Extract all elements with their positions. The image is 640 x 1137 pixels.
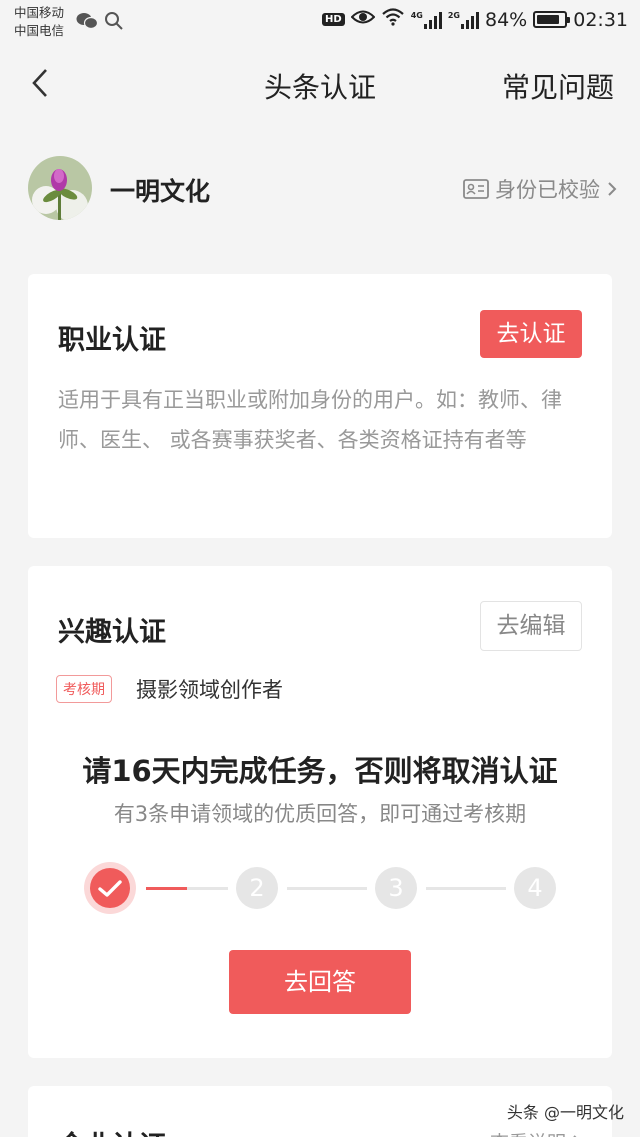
- verified-label: 身份已校验: [495, 178, 600, 202]
- clock: 02:31: [573, 8, 628, 31]
- step-4: 4: [514, 867, 556, 909]
- verify-button[interactable]: 去认证: [480, 310, 582, 358]
- view-instructions-link[interactable]: 查看说明: [490, 1128, 582, 1137]
- battery-icon: [533, 11, 571, 28]
- signal-icon-2: 2G: [448, 11, 479, 29]
- answer-button[interactable]: 去回答: [229, 950, 411, 1014]
- step-3: 3: [375, 867, 417, 909]
- nav-bar: 头条认证 常见问题: [0, 50, 640, 116]
- avatar[interactable]: [28, 156, 92, 220]
- search-icon: [104, 11, 124, 35]
- step-1-complete: [84, 862, 136, 914]
- hd-icon: HD: [322, 13, 345, 26]
- wechat-icon: [76, 12, 99, 34]
- faq-link[interactable]: 常见问题: [502, 66, 614, 106]
- username: 一明文化: [110, 177, 211, 206]
- wifi-icon: [381, 8, 405, 31]
- chevron-right-icon: [573, 1134, 577, 1137]
- interest-verification-card: 兴趣认证 去编辑 考核期 摄影领域创作者 请16天内完成任务，否则将取消认证 有…: [28, 566, 612, 1058]
- step-connector-1: [146, 887, 228, 890]
- profile-row: 一明文化 身份已校验: [28, 156, 618, 222]
- view-instructions-label: 查看说明: [490, 1128, 566, 1137]
- professional-verification-card: 职业认证 去认证 适用于具有正当职业或附加身份的用户。如：教师、律师、医生、 或…: [28, 274, 612, 538]
- enterprise-title: 企业认证: [58, 1124, 166, 1137]
- identity-verified-link[interactable]: 身份已校验: [463, 174, 618, 204]
- carrier-2: 中国电信: [14, 23, 65, 38]
- step-connector-3: [426, 887, 506, 890]
- watermark: 头条 @一明文化: [506, 1103, 624, 1122]
- review-period-badge: 考核期: [56, 675, 112, 703]
- battery-percent: 84%: [485, 8, 528, 31]
- task-headline: 请16天内完成任务，否则将取消认证: [82, 754, 558, 788]
- progress-steps: 2 3 4: [84, 860, 564, 916]
- interest-title: 兴趣认证: [58, 617, 166, 648]
- step-2: 2: [236, 867, 278, 909]
- carrier-info: 中国移动 中国电信: [14, 4, 64, 40]
- eye-icon: [350, 8, 376, 31]
- status-bar: 中国移动 中国电信 HD 4G 2G 84% 02:31: [0, 0, 640, 44]
- id-card-icon: [463, 179, 489, 199]
- task-subtitle: 有3条申请领域的优质回答，即可通过考核期: [113, 802, 527, 826]
- checkmark-icon: [98, 880, 122, 897]
- edit-button[interactable]: 去编辑: [480, 601, 582, 651]
- step-connector-2: [287, 887, 367, 890]
- professional-description: 适用于具有正当职业或附加身份的用户。如：教师、律师、医生、 或各赛事获奖者、各类…: [58, 388, 562, 452]
- interest-field: 摄影领域创作者: [136, 678, 283, 702]
- professional-title: 职业认证: [58, 325, 166, 356]
- signal-icon-1: 4G: [411, 11, 442, 29]
- carrier-1: 中国移动: [14, 5, 65, 20]
- chevron-right-icon: [608, 182, 617, 196]
